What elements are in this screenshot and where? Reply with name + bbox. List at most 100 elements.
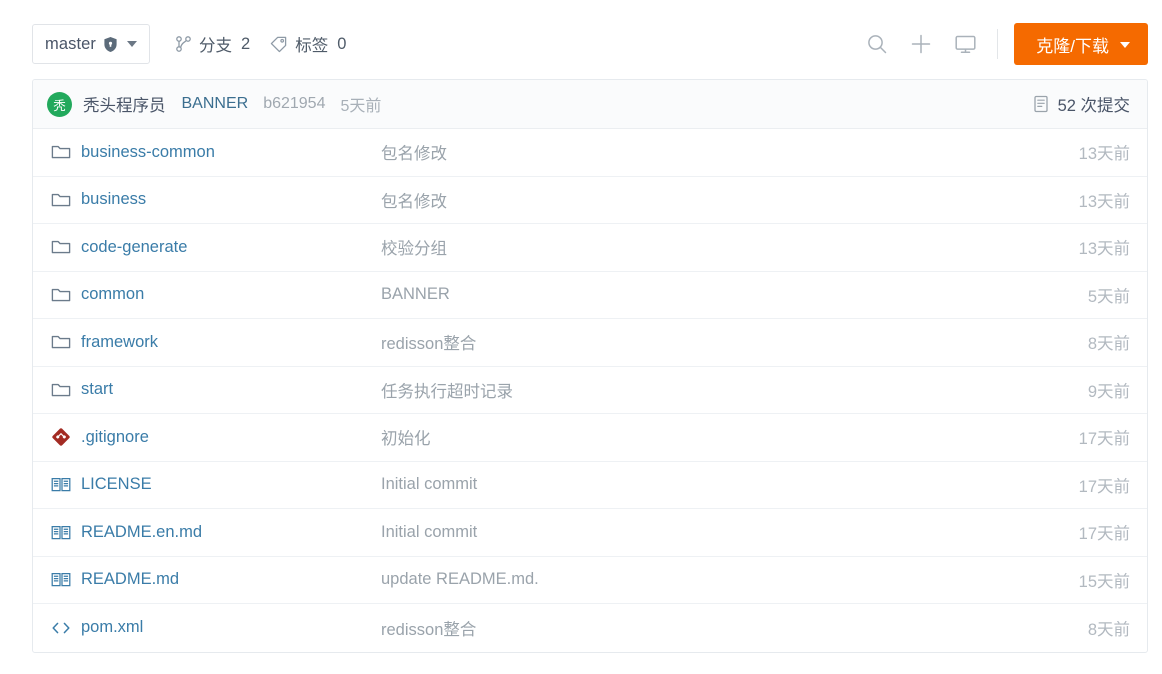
file-commit-message[interactable]: redisson整合: [381, 330, 1088, 354]
commit-author[interactable]: 秃头程序员: [83, 92, 166, 116]
folder-icon: [51, 191, 71, 209]
file-name-cell: pom.xml: [51, 618, 381, 637]
branch-name: master: [45, 34, 97, 53]
book-icon: [51, 524, 71, 541]
file-name-link[interactable]: code-generate: [81, 238, 187, 257]
folder-icon: [51, 286, 71, 304]
commit-message[interactable]: BANNER: [182, 95, 249, 113]
file-name-link[interactable]: start: [81, 380, 113, 399]
file-name-cell: code-generate: [51, 238, 381, 257]
file-name-cell: business: [51, 190, 381, 209]
book-icon: [51, 571, 71, 588]
plus-icon: [910, 33, 932, 55]
clone-download-label: 克隆/下载: [1036, 36, 1109, 56]
avatar: 秃: [47, 91, 72, 117]
file-commit-message[interactable]: 包名修改: [381, 188, 1079, 212]
commit-list-icon: [1033, 95, 1050, 113]
branch-selector[interactable]: master: [32, 24, 151, 64]
open-in-desktop-button[interactable]: [943, 22, 987, 66]
file-commit-time: 13天前: [1078, 240, 1130, 259]
table-row[interactable]: .gitignore 初始化 17天前: [33, 414, 1147, 462]
branches-label: 分支: [199, 37, 233, 55]
table-row[interactable]: pom.xml redisson整合 8天前: [33, 604, 1147, 652]
book-icon: [51, 476, 71, 493]
tags-label: 标签: [295, 37, 329, 55]
file-commit-time: 8天前: [1087, 335, 1130, 354]
file-name-link[interactable]: framework: [81, 333, 158, 352]
file-name-link[interactable]: common: [81, 285, 144, 304]
git-branch-icon: [175, 35, 192, 53]
chevron-down-icon: [1120, 42, 1130, 48]
file-commit-message[interactable]: 初始化: [381, 425, 1079, 449]
file-name-link[interactable]: README.en.md: [81, 523, 202, 542]
table-row[interactable]: LICENSE Initial commit 17天前: [33, 462, 1147, 509]
file-commit-message[interactable]: update README.md.: [381, 570, 1079, 589]
table-row[interactable]: framework redisson整合 8天前: [33, 319, 1147, 367]
file-name-cell: .gitignore: [51, 427, 381, 447]
code-icon: [51, 620, 71, 636]
toolbar-actions: 克隆/下载: [855, 22, 1148, 66]
clone-download-button[interactable]: 克隆/下载: [1014, 23, 1148, 65]
file-commit-time: 8天前: [1087, 620, 1130, 639]
file-rows: business-common 包名修改 13天前 business 包名修改 13天前 c…: [33, 129, 1147, 652]
table-row[interactable]: business-common 包名修改 13天前: [33, 129, 1147, 177]
commit-count-label: 52 次提交: [1057, 97, 1130, 115]
folder-icon: [51, 381, 71, 399]
toolbar-divider: [997, 29, 999, 59]
folder-icon: [51, 333, 71, 351]
search-icon: [866, 33, 888, 55]
file-commit-message[interactable]: 校验分组: [381, 235, 1079, 259]
repo-toolbar: master 分支 2 标签 0 克隆/下载: [32, 16, 1148, 72]
latest-commit-bar: 秃 秃头程序员 BANNER b621954 5天前 52 次提交: [33, 80, 1147, 129]
file-name-cell: README.en.md: [51, 523, 381, 542]
file-name-cell: framework: [51, 333, 381, 352]
file-commit-message[interactable]: 包名修改: [381, 140, 1079, 164]
file-name-link[interactable]: .gitignore: [81, 428, 149, 447]
file-name-link[interactable]: LICENSE: [81, 475, 152, 494]
commit-hash[interactable]: b621954: [263, 95, 325, 113]
file-commit-message[interactable]: BANNER: [381, 285, 1088, 304]
file-name-link[interactable]: pom.xml: [81, 618, 143, 637]
repo-meta-group: 分支 2 标签 0: [175, 32, 346, 56]
commit-count-link[interactable]: 52 次提交: [1033, 92, 1130, 116]
branches-link[interactable]: 分支 2: [175, 32, 250, 56]
file-commit-message[interactable]: 任务执行超时记录: [381, 378, 1088, 402]
table-row[interactable]: README.md update README.md. 15天前: [33, 557, 1147, 604]
file-commit-time: 15天前: [1078, 572, 1130, 591]
file-commit-time: 17天前: [1078, 477, 1130, 496]
table-row[interactable]: start 任务执行超时记录 9天前: [33, 367, 1147, 414]
search-button[interactable]: [855, 22, 899, 66]
add-file-button[interactable]: [899, 22, 943, 66]
file-commit-time: 9天前: [1087, 382, 1130, 401]
file-name-cell: start: [51, 380, 381, 399]
folder-icon: [51, 143, 71, 161]
table-row[interactable]: business 包名修改 13天前: [33, 177, 1147, 224]
file-name-link[interactable]: README.md: [81, 570, 179, 589]
file-commit-time: 17天前: [1078, 525, 1130, 544]
folder-icon: [51, 238, 71, 256]
table-row[interactable]: README.en.md Initial commit 17天前: [33, 509, 1147, 557]
file-name-link[interactable]: business: [81, 190, 146, 209]
file-commit-time: 13天前: [1078, 145, 1130, 164]
tags-count: 0: [337, 34, 347, 53]
table-row[interactable]: common BANNER 5天前: [33, 272, 1147, 319]
chevron-down-icon: [127, 41, 138, 47]
table-row[interactable]: code-generate 校验分组 13天前: [33, 224, 1147, 272]
file-commit-message[interactable]: Initial commit: [381, 475, 1079, 494]
file-name-cell: README.md: [51, 570, 381, 589]
file-name-cell: LICENSE: [51, 475, 381, 494]
monitor-icon: [954, 33, 977, 55]
file-list-container: 秃 秃头程序员 BANNER b621954 5天前 52 次提交 busine…: [32, 79, 1148, 653]
branches-count: 2: [241, 34, 251, 53]
file-commit-time: 17天前: [1078, 430, 1130, 449]
file-name-cell: business-common: [51, 143, 381, 162]
shield-icon: [103, 36, 118, 53]
git-icon: [51, 427, 71, 447]
tag-icon: [270, 36, 288, 53]
file-commit-time: 13天前: [1078, 192, 1130, 211]
file-commit-time: 5天前: [1087, 287, 1130, 306]
file-name-link[interactable]: business-common: [81, 143, 215, 162]
file-commit-message[interactable]: Initial commit: [381, 523, 1079, 542]
file-commit-message[interactable]: redisson整合: [381, 616, 1088, 640]
tags-link[interactable]: 标签 0: [270, 32, 346, 56]
